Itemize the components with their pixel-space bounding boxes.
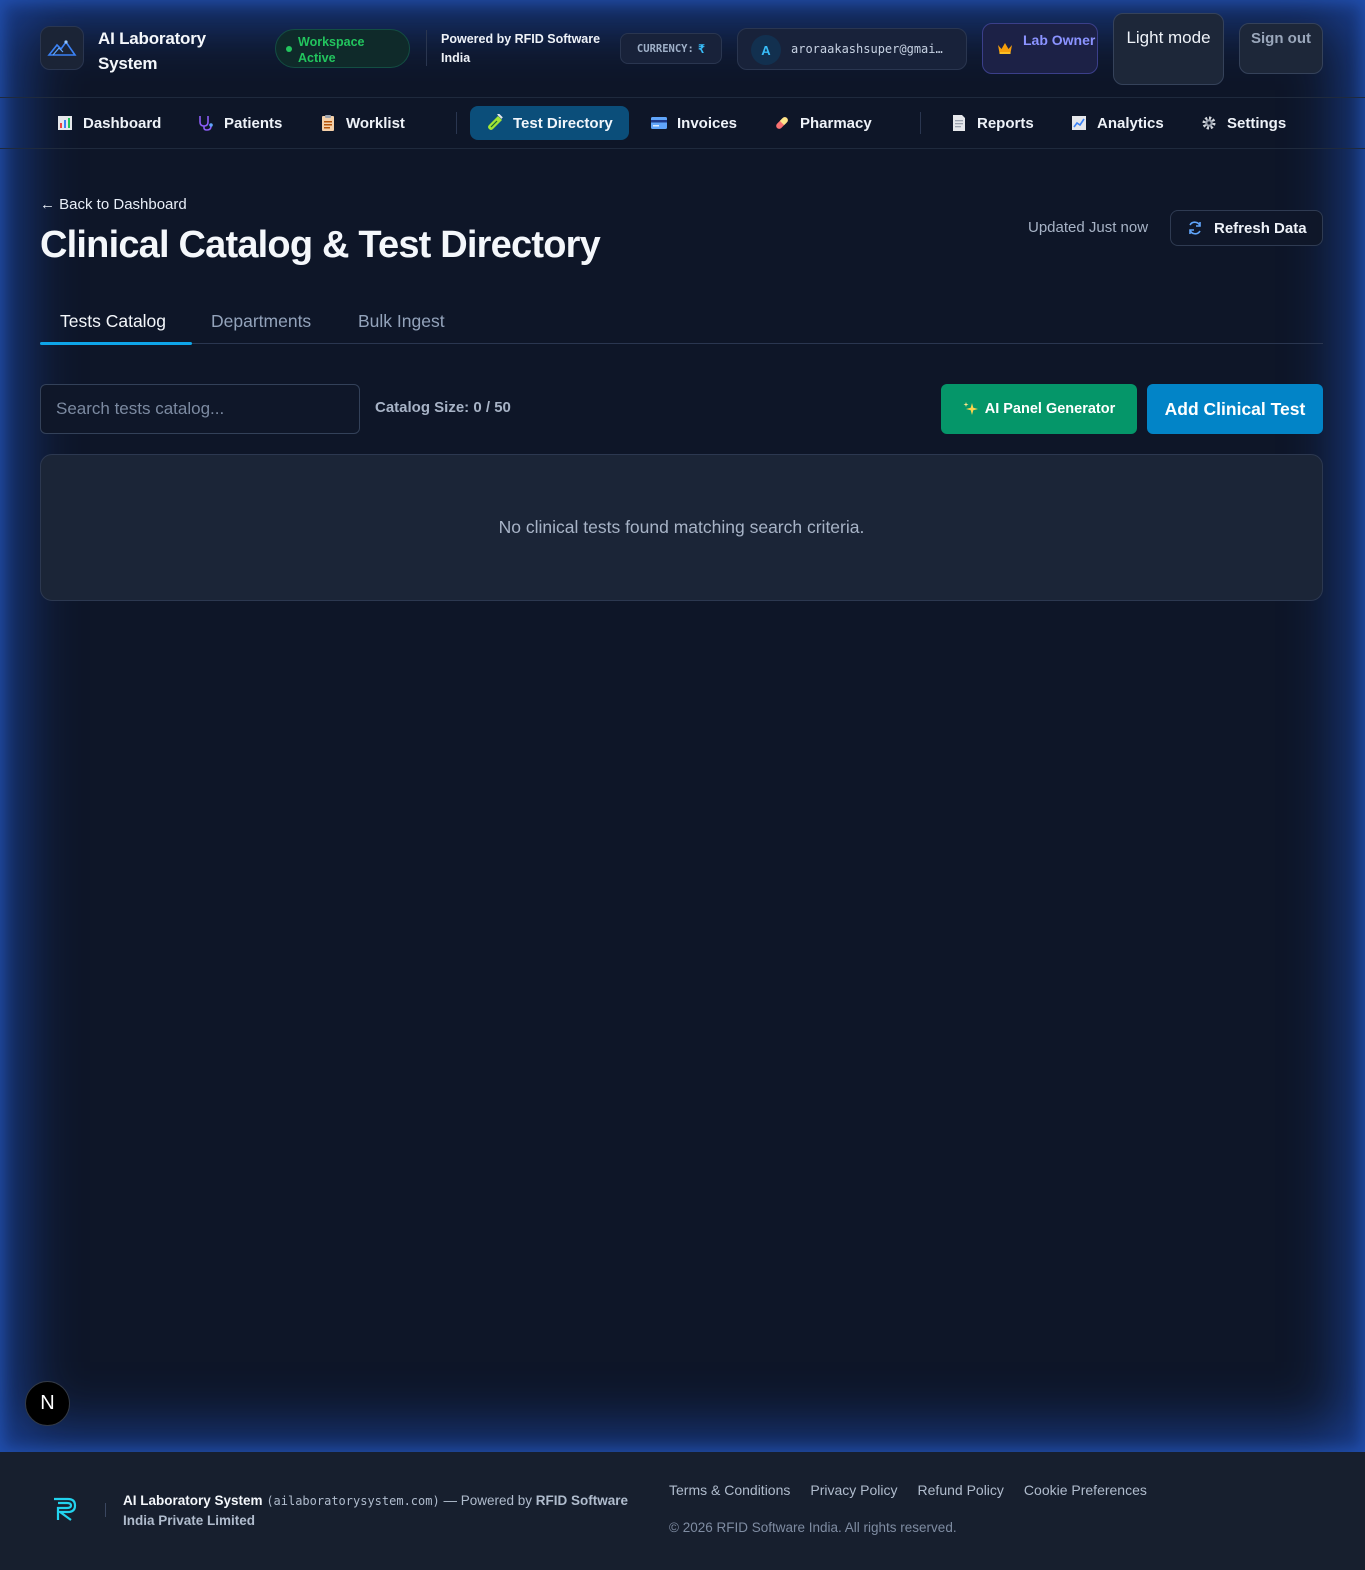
role-label: Lab Owner	[1023, 32, 1096, 48]
credit-card-icon	[650, 114, 668, 132]
nav-label: Worklist	[346, 114, 405, 132]
nav-item-settings[interactable]: Settings	[1184, 106, 1286, 140]
clipboard-icon	[319, 114, 337, 132]
footer-brand-name: AI Laboratory System	[123, 1493, 263, 1508]
nav-item-pharmacy[interactable]: Pharmacy	[757, 106, 872, 140]
document-icon	[950, 114, 968, 132]
add-clinical-test-button[interactable]: Add Clinical Test	[1147, 384, 1323, 434]
nav-item-test-directory[interactable]: Test Directory	[470, 106, 629, 140]
nav-label: Patients	[224, 114, 283, 132]
nav-divider	[920, 112, 921, 134]
refresh-data-button[interactable]: Refresh Data	[1170, 210, 1323, 246]
user-account-pill[interactable]: A aroraakashsuper@gmai…	[737, 28, 967, 70]
terms-link[interactable]: Terms & Conditions	[669, 1482, 790, 1498]
footer-brand-text: AI Laboratory System (ailaboratorysystem…	[123, 1491, 643, 1530]
nav-label: Test Directory	[513, 114, 613, 132]
role-badge[interactable]: Lab Owner	[982, 23, 1098, 74]
nav-label: Pharmacy	[800, 114, 872, 132]
dev-tools-badge[interactable]: N	[25, 1381, 70, 1426]
user-email: aroraakashsuper@gmai…	[791, 42, 943, 56]
currency-symbol: ₹	[697, 41, 706, 56]
powered-by-text: Powered by RFID Software India	[441, 32, 601, 65]
search-input[interactable]	[40, 384, 360, 434]
app-brand: AI Laboratory System	[98, 29, 206, 73]
footer-powered-prefix: — Powered by	[443, 1493, 533, 1508]
theme-toggle-button[interactable]: Light mode	[1113, 13, 1224, 85]
sign-out-button[interactable]: Sign out	[1239, 23, 1323, 74]
workspace-status-badge: Workspace Active	[275, 29, 410, 68]
test-tube-icon	[486, 114, 504, 132]
nav-divider	[456, 112, 457, 134]
crown-icon	[998, 43, 1012, 54]
currency-indicator[interactable]: CURRENCY: ₹	[620, 33, 722, 64]
nav-item-dashboard[interactable]: Dashboard	[40, 106, 161, 140]
active-tab-indicator	[40, 342, 192, 345]
nav-item-analytics[interactable]: Analytics	[1054, 106, 1164, 140]
refresh-label: Refresh Data	[1214, 219, 1307, 237]
footer: AI Laboratory System (ailaboratorysystem…	[0, 1452, 1365, 1570]
app-shell: AI Laboratory System Workspace Active Po…	[0, 0, 1365, 1452]
gear-icon	[1200, 114, 1218, 132]
status-dot-icon	[286, 46, 292, 52]
nav-label: Dashboard	[83, 114, 162, 132]
tab-bulk-ingest[interactable]: Bulk Ingest	[358, 311, 445, 332]
nav-label: Settings	[1227, 114, 1287, 132]
workspace-status-label: Workspace Active	[298, 35, 365, 65]
pill-icon	[773, 114, 791, 132]
copyright: © 2026 RFID Software India. All rights r…	[669, 1520, 957, 1535]
stethoscope-icon	[197, 114, 215, 132]
nav-item-patients[interactable]: Patients	[181, 106, 282, 140]
main-nav: Dashboard Patients Worklist Test Directo…	[0, 98, 1365, 149]
ai-panel-generator-button[interactable]: AI Panel Generator	[941, 384, 1137, 434]
company-logo-icon	[54, 1497, 77, 1521]
catalog-tabs: Tests Catalog Departments Bulk Ingest	[40, 300, 1323, 345]
nav-item-invoices[interactable]: Invoices	[634, 106, 737, 140]
back-to-dashboard-link[interactable]: ← Back to Dashboard	[40, 196, 187, 213]
top-bar: AI Laboratory System Workspace Active Po…	[0, 0, 1365, 98]
bar-chart-icon	[56, 114, 74, 132]
ai-button-label: AI Panel Generator	[984, 401, 1116, 417]
empty-state-card: No clinical tests found matching search …	[40, 454, 1323, 601]
nav-item-reports[interactable]: Reports	[934, 106, 1034, 140]
footer-divider	[105, 1503, 106, 1517]
refresh-icon	[1189, 221, 1201, 235]
trend-chart-icon	[1070, 114, 1088, 132]
currency-label: CURRENCY:	[636, 42, 694, 55]
sparkles-icon	[963, 402, 978, 415]
tab-tests-catalog[interactable]: Tests Catalog	[60, 311, 166, 332]
cookie-preferences-link[interactable]: Cookie Preferences	[1024, 1482, 1147, 1498]
empty-state-message: No clinical tests found matching search …	[498, 517, 865, 537]
app-logo[interactable]	[40, 26, 84, 70]
nav-label: Analytics	[1097, 114, 1164, 132]
footer-domain: (ailaboratorysystem.com)	[266, 1494, 440, 1508]
catalog-size-counter: Catalog Size: 0 / 50	[375, 399, 511, 416]
updated-timestamp: Updated Just now	[1028, 219, 1149, 236]
header-divider	[426, 30, 427, 66]
nav-item-worklist[interactable]: Worklist	[303, 106, 405, 140]
tab-departments[interactable]: Departments	[211, 311, 311, 332]
avatar: A	[751, 35, 781, 65]
privacy-link[interactable]: Privacy Policy	[810, 1482, 897, 1498]
footer-links: Terms & Conditions Privacy Policy Refund…	[669, 1482, 1147, 1498]
nav-label: Reports	[977, 114, 1034, 132]
refund-link[interactable]: Refund Policy	[918, 1482, 1004, 1498]
nav-label: Invoices	[677, 114, 738, 132]
logo-mountain-icon	[47, 40, 77, 56]
page-title: Clinical Catalog & Test Directory	[40, 224, 601, 266]
